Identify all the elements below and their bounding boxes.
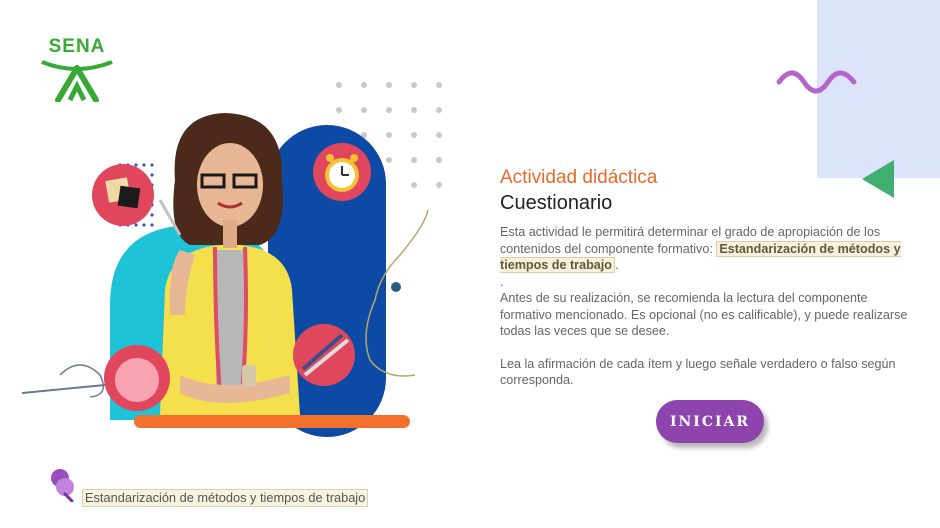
separator-text: . [500, 274, 504, 289]
woman-figure [160, 113, 300, 415]
activity-subtitle: Actividad didáctica [500, 167, 658, 188]
recommendation-text: Antes de su realización, se recomienda l… [500, 291, 908, 338]
activity-intro: Esta actividad le permitirá determinar e… [500, 224, 920, 274]
footer-component-label: Estandarización de métodos y tiempos de … [82, 489, 369, 507]
instruction-text: Lea la afirmación de cada ítem y luego s… [500, 356, 896, 388]
orange-bar [134, 415, 410, 428]
activity-title: Cuestionario [500, 192, 613, 214]
scissors-circle [293, 324, 355, 386]
logo-text: SENA [48, 36, 106, 57]
start-button[interactable]: INICIAR [656, 400, 764, 443]
hero-illustration [21, 82, 442, 437]
wave-icon [776, 70, 857, 94]
activity-content: Actividad didáctica Cuestionario Esta ac… [500, 166, 920, 389]
intro-suffix: . [614, 258, 619, 272]
pin-icon [51, 469, 74, 502]
